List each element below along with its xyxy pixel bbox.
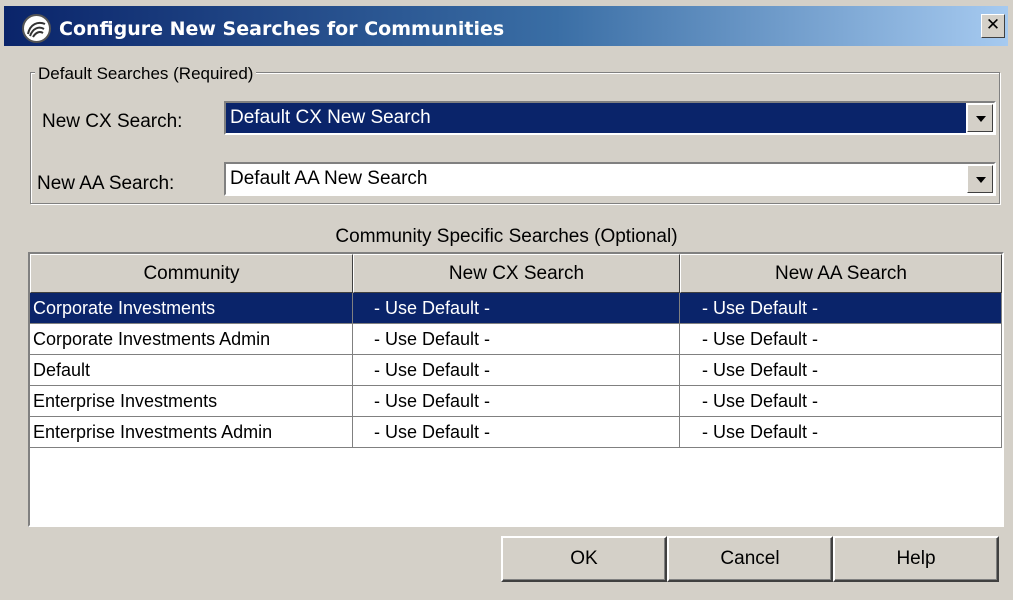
- column-header-new-cx-search[interactable]: New CX Search: [353, 254, 680, 293]
- aa-search-cell[interactable]: - Use Default -: [680, 324, 1002, 355]
- table-row[interactable]: Corporate Investments Admin - Use Defaul…: [30, 324, 1002, 355]
- chevron-down-icon: [976, 177, 986, 183]
- new-aa-search-value: Default AA New Search: [230, 168, 428, 189]
- new-cx-search-dropdown[interactable]: Default CX New Search: [224, 101, 996, 135]
- table-row[interactable]: Enterprise Investments Admin - Use Defau…: [30, 417, 1002, 448]
- column-header-community[interactable]: Community: [30, 254, 353, 293]
- aa-search-cell[interactable]: - Use Default -: [680, 355, 1002, 386]
- community-searches-caption: Community Specific Searches (Optional): [335, 226, 678, 247]
- table-header: Community New CX Search New AA Search: [30, 254, 1002, 293]
- column-header-new-aa-search[interactable]: New AA Search: [680, 254, 1002, 293]
- chevron-down-icon: [976, 116, 986, 122]
- aa-search-cell[interactable]: - Use Default -: [680, 386, 1002, 417]
- window-title: Configure New Searches for Communities: [59, 18, 505, 40]
- ok-button[interactable]: OK: [501, 536, 667, 582]
- aa-search-cell[interactable]: - Use Default -: [680, 417, 1002, 448]
- dialog-window: Configure New Searches for Communities ✕…: [0, 0, 1013, 600]
- help-button[interactable]: Help: [833, 536, 999, 582]
- close-icon: ✕: [985, 15, 1001, 35]
- cx-search-cell[interactable]: - Use Default -: [353, 324, 680, 355]
- app-logo-icon: [22, 14, 51, 43]
- aa-search-cell[interactable]: - Use Default -: [680, 293, 1002, 324]
- community-searches-table: Community New CX Search New AA Search Co…: [28, 252, 1004, 527]
- table-row[interactable]: Enterprise Investments - Use Default - -…: [30, 386, 1002, 417]
- new-cx-search-label: New CX Search:: [42, 111, 183, 132]
- cx-search-cell[interactable]: - Use Default -: [353, 417, 680, 448]
- close-button[interactable]: ✕: [981, 14, 1005, 38]
- community-cell[interactable]: Enterprise Investments Admin: [30, 417, 353, 448]
- community-cell[interactable]: Corporate Investments: [30, 293, 353, 324]
- default-searches-group-label: Default Searches (Required): [35, 64, 257, 84]
- title-bar[interactable]: Configure New Searches for Communities: [4, 6, 1008, 46]
- community-cell[interactable]: Enterprise Investments: [30, 386, 353, 417]
- new-aa-search-label: New AA Search:: [37, 173, 175, 194]
- new-cx-search-dropdown-button[interactable]: [967, 104, 993, 132]
- new-aa-search-dropdown-button[interactable]: [967, 165, 993, 193]
- community-cell[interactable]: Corporate Investments Admin: [30, 324, 353, 355]
- cx-search-cell[interactable]: - Use Default -: [353, 355, 680, 386]
- cx-search-cell[interactable]: - Use Default -: [353, 293, 680, 324]
- community-cell[interactable]: Default: [30, 355, 353, 386]
- table-row[interactable]: Corporate Investments - Use Default - - …: [30, 293, 1002, 324]
- cx-search-cell[interactable]: - Use Default -: [353, 386, 680, 417]
- table-row[interactable]: Default - Use Default - - Use Default -: [30, 355, 1002, 386]
- new-aa-search-dropdown[interactable]: Default AA New Search: [224, 162, 996, 196]
- new-cx-search-value: Default CX New Search: [226, 103, 966, 133]
- cancel-button[interactable]: Cancel: [667, 536, 833, 582]
